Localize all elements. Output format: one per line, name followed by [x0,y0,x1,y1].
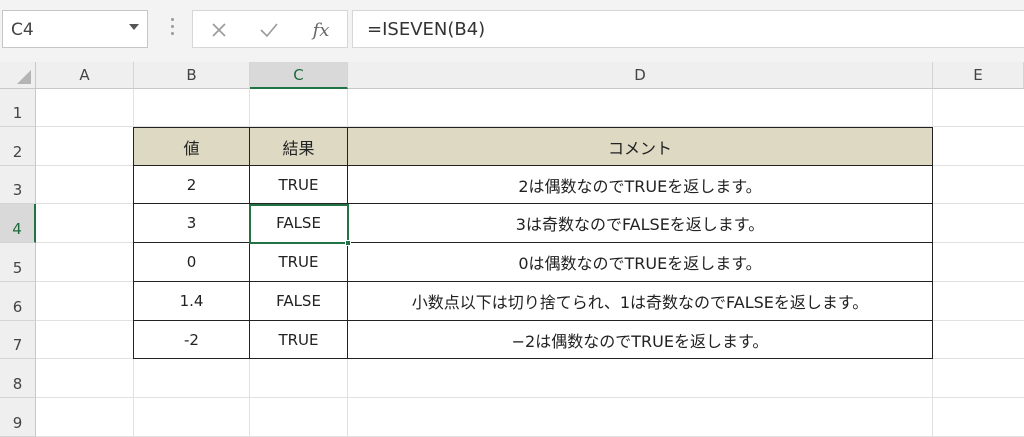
row-header-3[interactable]: 3 [0,166,36,204]
select-all-corner[interactable] [0,62,36,89]
row-header-7[interactable]: 7 [0,321,36,359]
table-cell[interactable]: 0 [133,243,250,282]
formula-input[interactable]: =ISEVEN(B4) [352,10,1024,48]
row-header-6[interactable]: 6 [0,282,36,321]
header-cell-result[interactable]: 結果 [250,127,348,166]
close-icon[interactable] [199,11,239,49]
table-cell[interactable]: 0は偶数なのでTRUEを返します。 [348,243,933,282]
header-cell-value[interactable]: 値 [133,127,250,166]
name-box-value: C4 [11,20,34,40]
table-cell[interactable]: -2 [133,321,250,359]
table-cell[interactable]: TRUE [250,166,348,204]
row-header-1[interactable]: 1 [0,89,36,127]
table-cell[interactable]: FALSE [250,282,348,321]
row-header-4[interactable]: 4 [0,204,36,243]
table-cell[interactable]: 2 [133,166,250,204]
row-header-8[interactable]: 8 [0,359,36,398]
row-header-2[interactable]: 2 [0,127,36,166]
table-cell[interactable]: 1.4 [133,282,250,321]
name-box[interactable]: C4 [2,10,148,48]
table-cell[interactable]: TRUE [250,321,348,359]
column-header-b[interactable]: B [134,62,250,89]
column-header-e[interactable]: E [933,62,1024,89]
row-header-5[interactable]: 5 [0,243,36,282]
table-cell[interactable]: 2は偶数なのでTRUEを返します。 [348,166,933,204]
row-header-9[interactable]: 9 [0,398,36,437]
table-cell[interactable]: FALSE [250,204,348,243]
formula-text: =ISEVEN(B4) [367,19,486,40]
column-header-a[interactable]: A [36,62,134,89]
check-icon[interactable] [249,11,289,49]
insert-function-button[interactable]: fx [301,11,341,49]
table-cell[interactable]: 小数点以下は切り捨てられ、1は奇数なのでFALSEを返します。 [348,282,933,321]
table-cell[interactable]: −2は偶数なのでTRUEを返します。 [348,321,933,359]
column-header-d[interactable]: D [348,62,933,89]
drag-handle-icon[interactable] [166,18,178,40]
table-cell[interactable]: 3は奇数なのでFALSEを返します。 [348,204,933,243]
table-cell[interactable]: 3 [133,204,250,243]
column-header-c[interactable]: C [250,62,348,89]
header-cell-comment[interactable]: コメント [348,127,933,166]
formula-buttons: fx [192,10,348,48]
grid-line [36,397,1024,398]
chevron-down-icon[interactable] [129,24,139,30]
table-cell[interactable]: TRUE [250,243,348,282]
